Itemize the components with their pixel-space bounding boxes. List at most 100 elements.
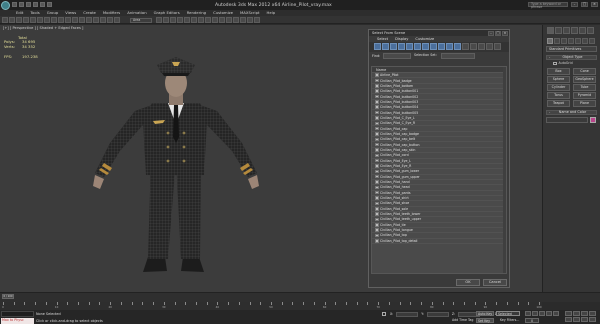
schematic-view-icon[interactable] (226, 17, 232, 23)
utilities-tab-icon[interactable] (587, 27, 594, 34)
close-button[interactable]: × (591, 2, 598, 7)
object-name-field[interactable] (546, 117, 588, 123)
project-folder-icon[interactable] (47, 2, 52, 7)
graphite-icon[interactable] (212, 17, 218, 23)
bind-space-warp-icon[interactable] (30, 17, 36, 23)
dialog-menu-select[interactable]: Select (377, 36, 388, 42)
lights-category-icon[interactable] (561, 38, 567, 44)
track-bar[interactable]: 0 10 20 30 40 50 60 70 80 90 100 (0, 302, 542, 310)
maxscript-output[interactable] (1, 311, 34, 317)
display-shapes-icon[interactable] (382, 43, 389, 50)
autogrid-checkbox[interactable] (553, 61, 557, 66)
previous-frame-icon[interactable] (532, 311, 538, 316)
systems-category-icon[interactable] (589, 38, 595, 44)
manipulate-icon[interactable] (107, 17, 113, 23)
cancel-button[interactable]: Cancel (483, 279, 507, 286)
next-frame-icon[interactable] (546, 311, 552, 316)
hierarchy-tab-icon[interactable] (563, 27, 570, 34)
redo-tool-icon[interactable] (9, 17, 15, 23)
cone-button[interactable]: Cone (573, 68, 596, 75)
zoom-extents-icon[interactable] (581, 311, 588, 316)
geosphere-button[interactable]: GeoSphere (573, 76, 596, 83)
display-containers-icon[interactable] (446, 43, 453, 50)
unlink-icon[interactable] (23, 17, 29, 23)
ok-button[interactable]: OK (456, 279, 480, 286)
snaps-icon[interactable] (156, 17, 162, 23)
pivot-center-icon[interactable] (100, 17, 106, 23)
rect-selection-icon[interactable] (58, 17, 64, 23)
select-by-name-icon[interactable] (51, 17, 57, 23)
zoom-icon[interactable] (565, 311, 572, 316)
display-helpers-icon[interactable] (406, 43, 413, 50)
dialog-menu-display[interactable]: Display (395, 36, 408, 42)
window-crossing-icon[interactable] (65, 17, 71, 23)
search-input[interactable]: Type a keyword or phrase (528, 2, 568, 9)
display-lights-icon[interactable] (390, 43, 397, 50)
display-bones-icon[interactable] (438, 43, 445, 50)
display-groups-icon[interactable] (422, 43, 429, 50)
zoom-all-icon[interactable] (573, 311, 580, 316)
display-xrefs-icon[interactable] (430, 43, 437, 50)
maximize-viewport-icon[interactable] (589, 317, 596, 322)
render-production-icon[interactable] (254, 17, 260, 23)
maximize-button[interactable]: □ (581, 2, 588, 7)
scene-object-item[interactable]: Civilian_Pilot_top_detail (372, 239, 506, 244)
percent-snap-icon[interactable] (170, 17, 176, 23)
modify-tab-icon[interactable] (555, 27, 562, 34)
time-slider-track[interactable]: 0 / 100 (0, 292, 600, 302)
maxscript-listener[interactable]: Max to Physc (1, 317, 34, 324)
torus-button[interactable]: Torus (547, 92, 570, 99)
reference-coordinate-dropdown[interactable]: Area (130, 17, 152, 23)
layer-manager-icon[interactable] (205, 17, 211, 23)
cylinder-button[interactable]: Cylinder (547, 84, 570, 91)
dialog-title-bar[interactable]: Select From Scene – □ × (369, 30, 509, 36)
name-and-color-rollout[interactable]: - Name and Color (546, 110, 597, 115)
pyramid-button[interactable]: Pyramid (573, 92, 596, 99)
space-warps-category-icon[interactable] (582, 38, 588, 44)
undo-tool-icon[interactable] (2, 17, 8, 23)
mirror-icon[interactable] (191, 17, 197, 23)
named-selection-icon[interactable] (184, 17, 190, 23)
app-logo-icon[interactable] (1, 1, 10, 10)
x-field[interactable] (396, 312, 419, 317)
motion-tab-icon[interactable] (571, 27, 578, 34)
curve-editor-icon[interactable] (219, 17, 225, 23)
material-editor-icon[interactable] (233, 17, 239, 23)
create-tab-icon[interactable] (547, 27, 554, 34)
move-icon[interactable] (72, 17, 78, 23)
save-file-icon[interactable] (26, 2, 31, 7)
play-icon[interactable] (539, 311, 545, 316)
primitive-type-dropdown[interactable]: Standard Primitives (546, 46, 597, 52)
geometry-category-icon[interactable] (547, 38, 553, 44)
dialog-close-button[interactable]: × (502, 30, 508, 36)
list-scrollbar[interactable] (503, 67, 506, 273)
selection-filter-icon[interactable] (37, 17, 43, 23)
teapot-button[interactable]: Teapot (547, 100, 570, 107)
go-to-start-icon[interactable] (525, 311, 531, 316)
hierarchy-icon[interactable] (494, 43, 501, 50)
plane-button[interactable]: Plane (573, 100, 596, 107)
time-slider-handle[interactable]: 0 / 100 (2, 294, 14, 299)
dialog-menu-customize[interactable]: Customize (415, 36, 434, 42)
object-type-rollout[interactable]: - Object Type (546, 55, 597, 60)
open-file-icon[interactable] (19, 2, 24, 7)
rotate-icon[interactable] (79, 17, 85, 23)
tube-button[interactable]: Tube (573, 84, 596, 91)
y-field[interactable] (426, 312, 449, 317)
sphere-button[interactable]: Sphere (547, 76, 570, 83)
zoom-extents-all-icon[interactable] (589, 311, 596, 316)
link-icon[interactable] (16, 17, 22, 23)
spinner-snap-icon[interactable] (177, 17, 183, 23)
display-cameras-icon[interactable] (398, 43, 405, 50)
box-button[interactable]: Box (547, 68, 570, 75)
dialog-maximize-button[interactable]: □ (495, 30, 501, 36)
display-geometry-icon[interactable] (374, 43, 381, 50)
shapes-category-icon[interactable] (554, 38, 560, 44)
rendered-frame-icon[interactable] (247, 17, 253, 23)
undo-icon[interactable] (33, 2, 38, 7)
add-time-tag[interactable]: Add Time Tag (452, 318, 473, 322)
sync-selection-icon[interactable] (486, 43, 493, 50)
dialog-minimize-button[interactable]: – (488, 30, 494, 36)
render-setup-icon[interactable] (240, 17, 246, 23)
reference-coord-icon[interactable] (93, 17, 99, 23)
